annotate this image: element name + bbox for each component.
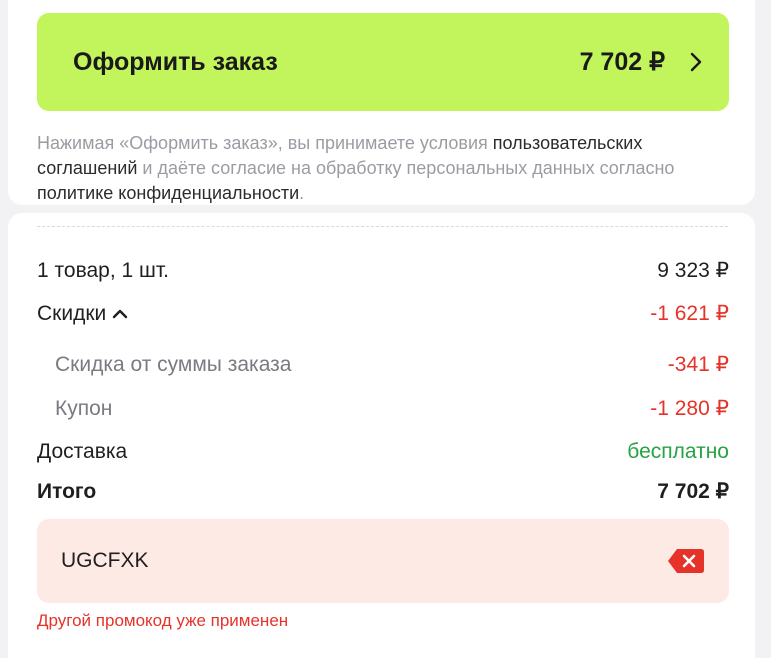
delivery-value: бесплатно <box>627 440 729 463</box>
terms-text: Нажимая «Оформить заказ», вы принимаете … <box>37 131 737 206</box>
discount-label: Скидка от суммы заказа <box>55 353 292 376</box>
summary-row-items: 1 товар, 1 шт. 9 323 ₽ <box>37 258 729 283</box>
total-label: Итого <box>37 480 97 503</box>
promo-error-message: Другой промокод уже применен <box>37 611 289 630</box>
discounts-label: Скидки <box>37 302 107 325</box>
checkout-button-label: Оформить заказ <box>73 47 278 76</box>
checkout-total: 7 702 ₽ <box>579 48 665 76</box>
summary-row-discounts: Скидки -1 621 ₽ <box>37 301 729 326</box>
chevron-right-icon <box>690 52 702 72</box>
total-value: 7 702 ₽ <box>657 480 729 503</box>
items-label: 1 товар, 1 шт. <box>37 259 170 282</box>
promo-code-input[interactable] <box>61 549 667 573</box>
discounts-value: -1 621 ₽ <box>650 302 729 325</box>
clear-promo-button[interactable] <box>667 548 705 574</box>
summary-row-total: Итого 7 702 ₽ <box>37 479 729 504</box>
terms-text-part: . <box>299 183 305 203</box>
discounts-toggle[interactable]: Скидки <box>37 302 128 326</box>
delivery-label: Доставка <box>37 440 128 463</box>
divider <box>37 226 728 227</box>
terms-text-part: и даёте согласие на обработку персональн… <box>137 158 675 178</box>
backspace-clear-icon <box>668 549 704 573</box>
privacy-policy-link[interactable]: политике конфиденциальности <box>37 183 299 203</box>
discount-row-coupon: Купон -1 280 ₽ <box>55 396 729 421</box>
summary-row-delivery: Доставка бесплатно <box>37 440 729 464</box>
chevron-up-icon <box>113 309 128 319</box>
checkout-button[interactable]: Оформить заказ 7 702 ₽ <box>37 13 729 111</box>
promo-code-field <box>37 519 729 603</box>
discount-label: Купон <box>55 397 113 420</box>
discount-row-order-sum: Скидка от суммы заказа -341 ₽ <box>55 352 729 377</box>
items-value: 9 323 ₽ <box>657 259 729 282</box>
terms-text-part: Нажимая «Оформить заказ», вы принимаете … <box>37 133 493 153</box>
discount-value: -1 280 ₽ <box>650 397 729 420</box>
discount-value: -341 ₽ <box>667 353 729 376</box>
